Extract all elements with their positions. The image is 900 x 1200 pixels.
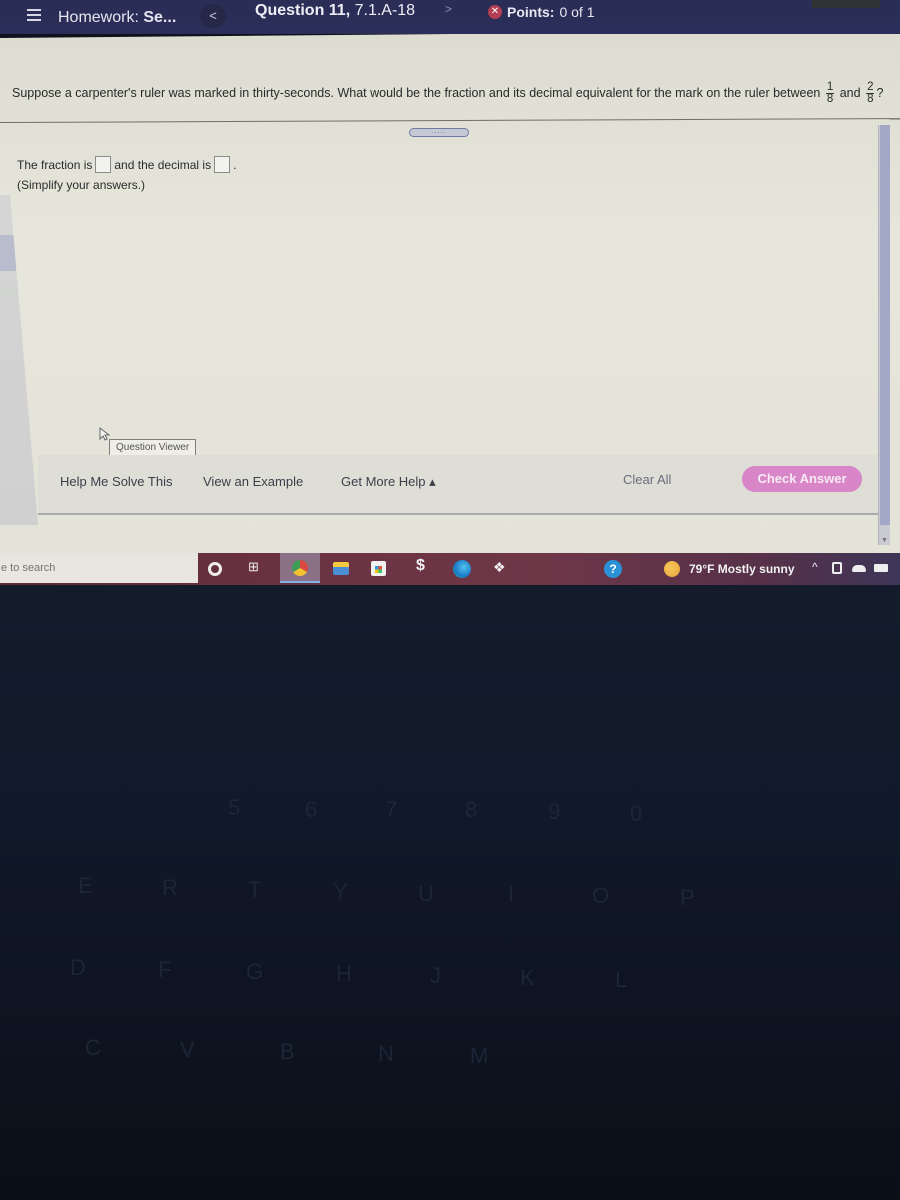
answer-line: The fraction is and the decimal is . [17, 156, 236, 173]
content-scrollbar[interactable]: ▼ [878, 125, 890, 545]
fraction-denominator: 8 [826, 93, 834, 105]
key: B [280, 1039, 295, 1064]
x-circle-icon: ✕ [488, 5, 502, 19]
key: G [246, 959, 264, 984]
answer-middle: and the decimal is [114, 157, 212, 172]
hamburger-menu-icon[interactable] [27, 9, 41, 23]
key: C [85, 1035, 101, 1060]
points-label: Points: [507, 4, 555, 20]
bezel-artifact [812, 0, 880, 8]
homework-title[interactable]: Homework: Se... [58, 9, 176, 27]
top-nav-bar: Homework: Se... < Question 11, 7.1.A-18 … [0, 0, 900, 34]
key: H [336, 961, 352, 986]
key: N [378, 1041, 394, 1066]
question-id: 7.1.A-18 [354, 2, 416, 19]
view-example-button[interactable]: View an Example [203, 474, 303, 489]
key: M [470, 1043, 489, 1068]
homework-name: Se... [143, 9, 177, 26]
meet-icon[interactable] [832, 562, 842, 574]
fraction-two-eighths: 28 [866, 81, 875, 105]
scroll-down-icon[interactable]: ▼ [881, 537, 888, 544]
clear-all-button[interactable]: Clear All [623, 472, 671, 487]
answer-suffix: . [233, 157, 237, 172]
key: V [180, 1037, 195, 1062]
points-status: ✕ Points: 0 of 1 [488, 4, 594, 20]
question-title: Question 11, 7.1.A-18 [255, 2, 415, 20]
key: Y [333, 879, 348, 904]
store-icon[interactable] [371, 561, 386, 576]
key: R [162, 875, 178, 900]
next-question-button[interactable]: > [445, 2, 452, 16]
key: K [520, 965, 535, 990]
key: T [248, 877, 262, 902]
key: F [158, 957, 172, 982]
key: 7 [385, 797, 398, 822]
points-value: 0 of 1 [559, 4, 595, 20]
homework-label: Homework: [58, 9, 139, 26]
key: J [430, 963, 441, 988]
action-bar: Help Me Solve This View an Example Get M… [38, 455, 878, 515]
key: I [508, 881, 515, 906]
question-divider [0, 118, 900, 123]
zap-icon[interactable]: $ [416, 557, 434, 575]
key: 9 [548, 799, 561, 824]
fraction-denominator: 8 [867, 93, 874, 105]
onedrive-icon[interactable] [852, 565, 866, 572]
windows-taskbar: e to search ⊞ $ ❖ ? 79°F Mostly sunny ^ [0, 553, 900, 585]
weather-icon[interactable] [664, 561, 680, 577]
question-viewer-tooltip: Question Viewer [109, 439, 197, 456]
key: O [592, 883, 610, 908]
expand-question-button[interactable]: ..... [409, 128, 469, 137]
taskbar-search-input[interactable]: e to search [0, 553, 198, 583]
weather-text[interactable]: 79°F Mostly sunny [689, 562, 795, 576]
question-number: Question 11, [255, 2, 351, 19]
edge-icon[interactable] [453, 560, 471, 578]
background-highlight [0, 235, 16, 271]
file-explorer-icon[interactable] [333, 562, 349, 575]
key: 5 [228, 795, 241, 820]
question-body: Suppose a carpenter's ruler was marked i… [12, 85, 821, 100]
tray-chevron-icon[interactable]: ^ [812, 560, 818, 574]
answer-prefix: The fraction is [17, 157, 93, 172]
key: 8 [465, 797, 478, 822]
chrome-icon[interactable] [292, 560, 308, 576]
key: U [418, 881, 434, 906]
help-me-solve-button[interactable]: Help Me Solve This [60, 474, 172, 489]
fraction-one-eighth: 18 [825, 81, 835, 105]
dropbox-icon[interactable]: ❖ [493, 559, 511, 577]
task-view-icon[interactable]: ⊞ [248, 559, 266, 577]
simplify-instruction: (Simplify your answers.) [17, 178, 146, 192]
key: P [680, 885, 695, 910]
previous-question-button[interactable]: < [200, 4, 226, 28]
key: D [70, 955, 86, 980]
key: E [78, 873, 93, 898]
cortana-icon[interactable] [208, 562, 222, 576]
help-icon[interactable]: ? [604, 560, 622, 578]
battery-icon[interactable] [874, 564, 888, 572]
key: 6 [305, 797, 318, 822]
question-joiner: and [839, 85, 861, 100]
get-more-help-button[interactable]: Get More Help ▴ [341, 474, 436, 490]
laptop-keyboard-area: 5 6 7 8 9 0 E R T Y U I O P D F G H J K … [0, 585, 900, 1200]
question-mark: ? [876, 85, 884, 100]
key: L [615, 967, 628, 992]
question-text: Suppose a carpenter's ruler was marked i… [12, 81, 884, 105]
check-answer-button[interactable]: Check Answer [742, 466, 862, 492]
keyboard-keys: 5 6 7 8 9 0 E R T Y U I O P D F G H J K … [0, 585, 900, 1200]
fraction-answer-input[interactable] [95, 156, 112, 173]
decimal-answer-input[interactable] [214, 156, 231, 173]
scrollbar-thumb[interactable] [880, 125, 890, 525]
key: 0 [630, 801, 643, 826]
